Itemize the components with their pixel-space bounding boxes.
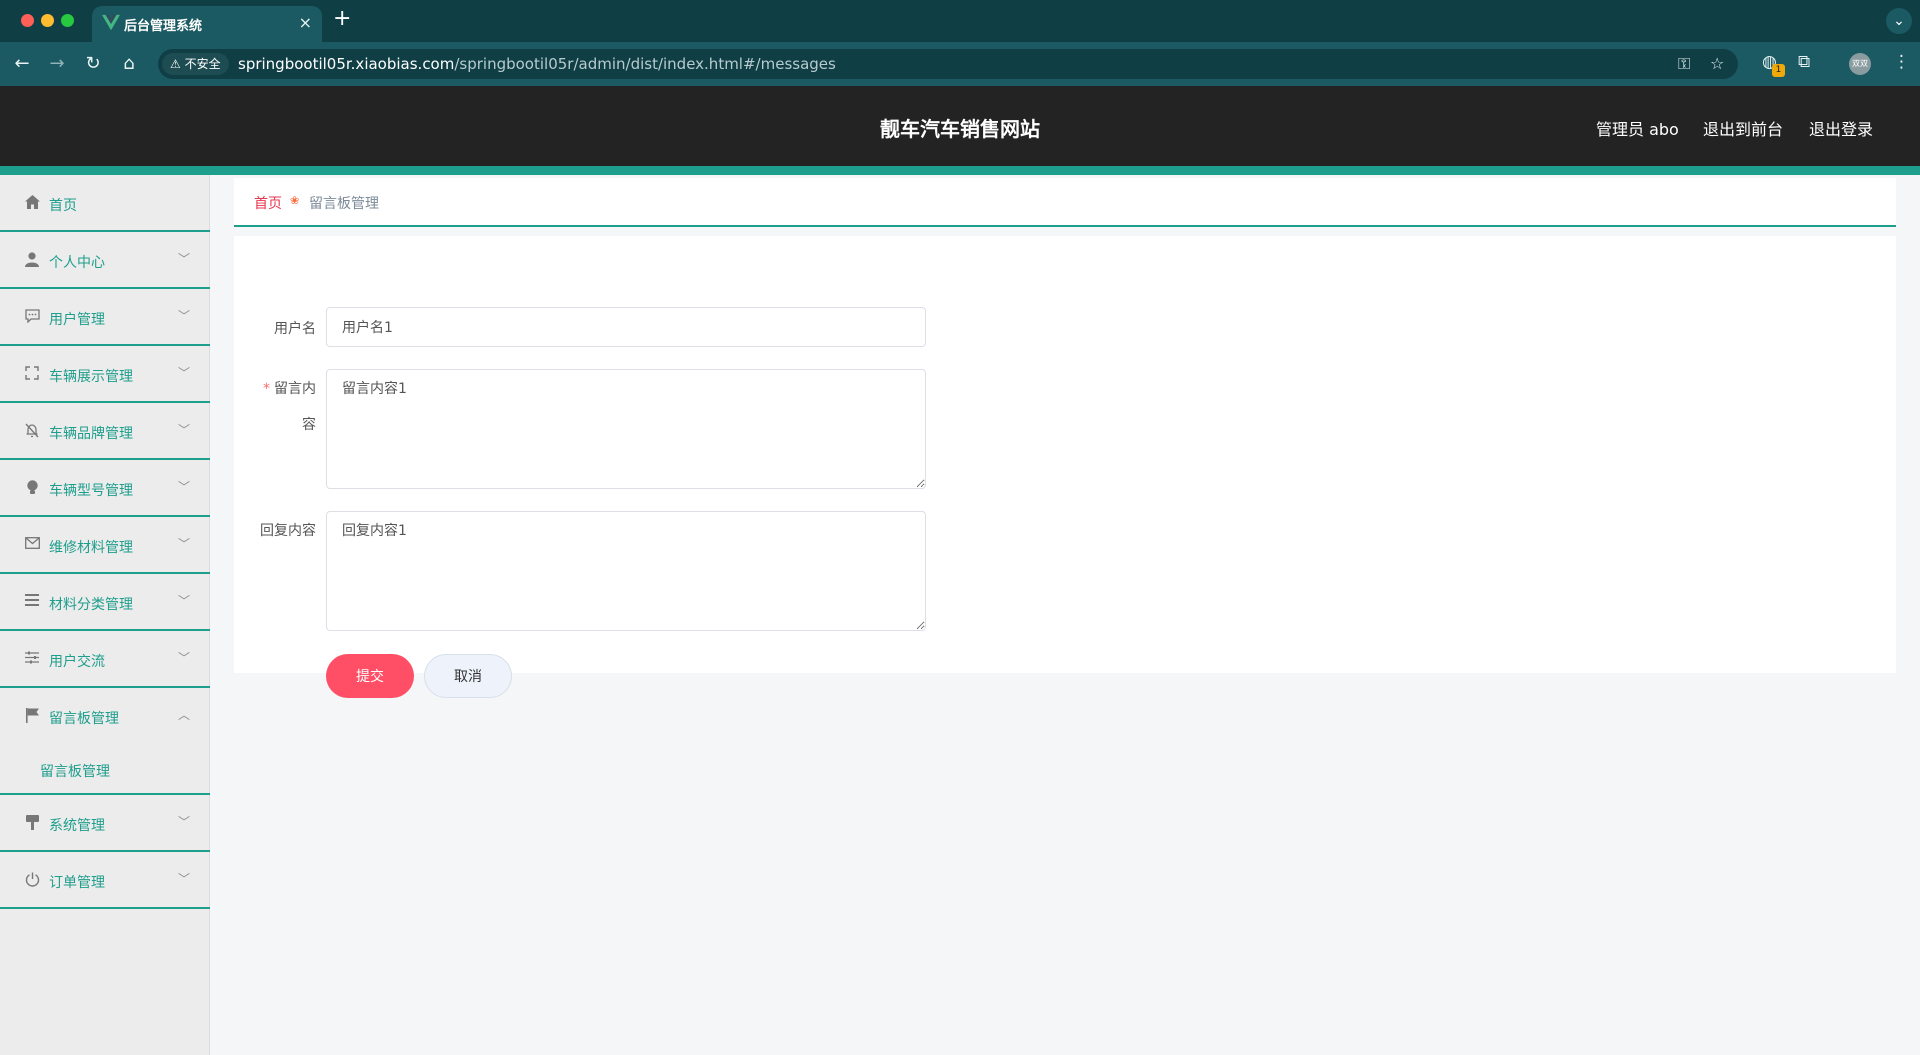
- chevron-up-icon: ︿: [178, 708, 191, 722]
- breadcrumb-separator-icon: ❀: [290, 194, 300, 207]
- sidebar-item-label: 车辆展示管理: [49, 369, 133, 385]
- new-tab-button[interactable]: +: [333, 8, 351, 30]
- tab-title: 后台管理系统: [124, 19, 203, 34]
- sidebar-item-label: 订单管理: [49, 875, 105, 891]
- sidebar-item-label: 留言板管理: [49, 711, 119, 727]
- more-menu-icon[interactable]: ⋮: [1893, 50, 1910, 74]
- chevron-down-icon: ﹀: [178, 366, 191, 380]
- forward-arrow-icon[interactable]: →: [43, 50, 71, 78]
- browser-tab-active[interactable]: 后台管理系统 ×: [92, 6, 322, 42]
- url-text[interactable]: springbootil05r.xiaobias.com/springbooti…: [238, 55, 836, 73]
- breadcrumb: 首页 ❀ 留言板管理: [234, 178, 1896, 227]
- chevron-down-icon: ﹀: [178, 651, 191, 665]
- admin-user-label: 管理员 abo: [1596, 120, 1679, 139]
- sidebar-item-material-category[interactable]: 材料分类管理 ﹀: [0, 574, 210, 631]
- bulb-icon: [24, 480, 40, 496]
- url-path: /springbootil05r/admin/dist/index.html#/…: [454, 55, 836, 73]
- sidebar-item-orders[interactable]: 订单管理 ﹀: [0, 852, 210, 909]
- sidebar-item-label: 车辆品牌管理: [49, 426, 133, 442]
- chevron-down-icon: ﹀: [178, 252, 191, 266]
- chevron-down-icon: ﹀: [178, 537, 191, 551]
- sidebar-item-user-management[interactable]: 用户管理 ﹀: [0, 289, 210, 346]
- submit-button[interactable]: 提交: [326, 654, 414, 698]
- sidebar-item-home[interactable]: 首页: [0, 175, 210, 232]
- sidebar-item-system[interactable]: 系统管理 ﹀: [0, 795, 210, 852]
- breadcrumb-current: 留言板管理: [309, 196, 379, 212]
- message-form: 用户名 *留言内 容 留言内容1 回复内容 回复内容1 提交 取消: [234, 236, 1896, 698]
- security-chip[interactable]: ⚠ 不安全: [162, 53, 229, 75]
- sidebar-item-label: 系统管理: [49, 818, 105, 834]
- sidebar-subitem-message-board[interactable]: 留言板管理: [0, 745, 210, 795]
- cancel-button[interactable]: 取消: [424, 654, 512, 698]
- brush-icon: [24, 815, 40, 831]
- sidebar-item-label: 车辆型号管理: [49, 483, 133, 499]
- content-label-wrap: 容: [302, 417, 316, 433]
- browser-tab-bar: 后台管理系统 × + ⌄: [0, 0, 1920, 42]
- chevron-down-icon: ﹀: [178, 423, 191, 437]
- sidebar-subitem-label: 留言板管理: [40, 764, 110, 780]
- tab-close-icon[interactable]: ×: [299, 13, 312, 33]
- key-icon[interactable]: ⚿: [1678, 52, 1690, 76]
- content-label: * 留言内: [256, 378, 316, 398]
- url-host: springbootil05r.xiaobias.com: [238, 55, 455, 73]
- breadcrumb-home-link[interactable]: 首页: [254, 193, 282, 213]
- sidebar-item-label: 材料分类管理: [49, 597, 133, 613]
- content-textarea[interactable]: 留言内容1: [326, 369, 926, 489]
- required-mark: *: [263, 381, 270, 397]
- power-icon: [24, 872, 40, 888]
- reply-textarea[interactable]: 回复内容1: [326, 511, 926, 631]
- home-icon: [24, 195, 40, 211]
- sidebar-item-repair-materials[interactable]: 维修材料管理 ﹀: [0, 517, 210, 574]
- username-field[interactable]: [326, 307, 926, 347]
- sidebar-item-label: 用户管理: [49, 312, 105, 328]
- sidebar-item-personal-center[interactable]: 个人中心 ﹀: [0, 232, 210, 289]
- flag-icon: [24, 708, 40, 724]
- chat-icon: [24, 309, 40, 325]
- header-accent-strip: [0, 166, 1920, 175]
- list-icon: [24, 594, 40, 610]
- tab-search-button[interactable]: ⌄: [1886, 8, 1912, 34]
- home-page-icon[interactable]: ⌂: [115, 50, 143, 78]
- bell-off-icon: [24, 423, 40, 439]
- username-label: 用户名: [274, 321, 316, 337]
- chevron-down-icon: ﹀: [178, 480, 191, 494]
- sidebar-item-label: 首页: [49, 198, 77, 214]
- content-label-text-1: 留言内: [274, 381, 316, 397]
- reply-label: 回复内容: [260, 523, 316, 539]
- back-arrow-icon[interactable]: ←: [8, 50, 36, 78]
- chevron-down-icon: ﹀: [178, 872, 191, 886]
- minimize-window-button[interactable]: [41, 14, 54, 27]
- profile-avatar[interactable]: 双双: [1849, 53, 1871, 75]
- sidebar-item-vehicle-display[interactable]: 车辆展示管理 ﹀: [0, 346, 210, 403]
- warning-icon: ⚠: [170, 57, 181, 71]
- chevron-down-icon: ﹀: [178, 309, 191, 323]
- chevron-down-icon: ﹀: [178, 815, 191, 829]
- sidebar-item-label: 维修材料管理: [49, 540, 133, 556]
- browser-toolbar: ← → ↻ ⌂ ⚠ 不安全 springbootil05r.xiaobias.c…: [0, 42, 1920, 86]
- sidebar-item-vehicle-brand[interactable]: 车辆品牌管理 ﹀: [0, 403, 210, 460]
- maximize-window-button[interactable]: [61, 14, 74, 27]
- sliders-icon: [24, 651, 40, 667]
- mail-icon: [24, 537, 40, 553]
- fullscreen-icon: [24, 366, 40, 382]
- user-icon: [24, 252, 40, 268]
- bookmark-star-icon[interactable]: ☆: [1710, 52, 1724, 76]
- exit-to-front-link[interactable]: 退出到前台: [1703, 116, 1783, 140]
- vue-logo-icon: [102, 14, 120, 31]
- sidebar-item-label: 个人中心: [49, 255, 105, 271]
- sidebar-item-message-board[interactable]: 留言板管理 ︿: [0, 688, 210, 745]
- app-header: 靓车汽车销售网站 管理员 abo 退出到前台 退出登录: [0, 86, 1920, 166]
- sidebar-item-vehicle-model[interactable]: 车辆型号管理 ﹀: [0, 460, 210, 517]
- close-window-button[interactable]: [21, 14, 34, 27]
- logout-link[interactable]: 退出登录: [1809, 116, 1873, 140]
- extension-badge: 1: [1772, 64, 1785, 77]
- sidebar: 首页 个人中心 ﹀ 用户管理 ﹀ 车辆展示管理 ﹀ 车辆品牌管理 ﹀ 车辆型号管…: [0, 175, 210, 1055]
- reload-icon[interactable]: ↻: [79, 50, 107, 78]
- security-label: 不安全: [184, 57, 221, 71]
- sidebar-item-user-exchange[interactable]: 用户交流 ﹀: [0, 631, 210, 688]
- address-bar[interactable]: ⚠ 不安全 springbootil05r.xiaobias.com/sprin…: [158, 49, 1738, 79]
- puzzle-icon[interactable]: ⧉: [1798, 50, 1810, 74]
- sidebar-item-label: 用户交流: [49, 654, 105, 670]
- chevron-down-icon: ﹀: [178, 594, 191, 608]
